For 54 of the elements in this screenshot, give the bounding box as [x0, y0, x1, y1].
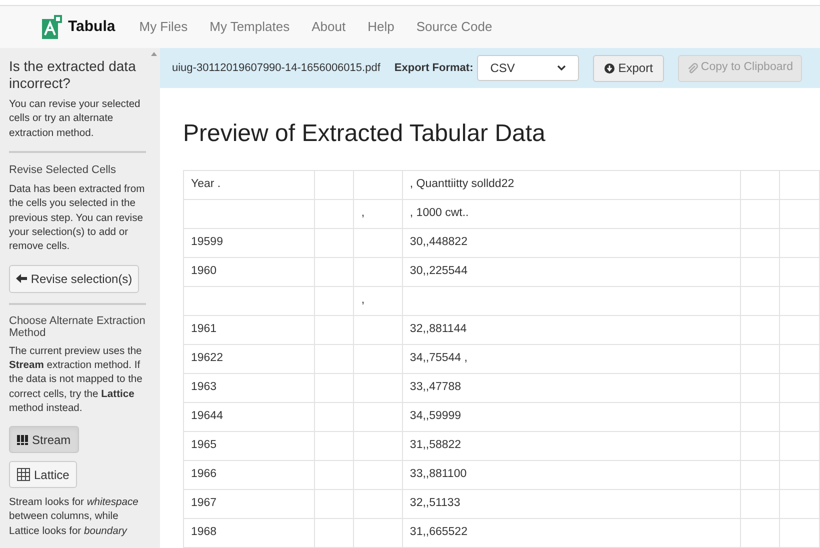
nav-link[interactable]: My Files [139, 17, 188, 37]
scroll-up-icon[interactable] [151, 52, 157, 56]
method-button[interactable]: Lattice [9, 461, 78, 488]
method-button[interactable]: Stream [9, 426, 79, 454]
table-cell: 19622 [191, 352, 223, 364]
preview-title: Preview of Extracted Tabular Data [183, 119, 546, 149]
table-cell: 19644 [191, 410, 223, 422]
table-cell: 1965 [191, 439, 217, 452]
section-heading: Revise Selected Cells [9, 162, 117, 178]
brand-link[interactable]: Tabula [68, 16, 116, 38]
table-cell: 1968 [191, 526, 217, 538]
revise-button[interactable]: Revise selection(s) [9, 264, 139, 293]
left-arrow-icon [16, 274, 27, 284]
table-cell: 32,,51133 [410, 497, 460, 510]
file-name: uiug-30112019607990-14-1656006015.pdf [172, 60, 380, 76]
table-cell: 32,,881144 [410, 323, 467, 336]
table-cell: 1967 [191, 497, 217, 510]
table-cell: 34,,75544 , [410, 352, 468, 364]
section-text: Data has been extracted from the cells you selected in the previous step. You can revise your selection(s) to add or remove cells. [9, 183, 146, 254]
table-cell: 34,,59999 [410, 410, 462, 422]
download-icon [604, 62, 616, 74]
table-cell: 1963 [191, 381, 217, 394]
section-heading: Choose Alternate Extraction Method [9, 314, 146, 339]
table-cell: 1961 [191, 323, 217, 336]
intro-text: You can revise your selected cells or try an alternate extraction method. [9, 98, 142, 141]
table-cell: 33,,47788 [410, 381, 462, 394]
nav-link[interactable]: My Templates [210, 17, 290, 37]
table-cell: , 1000 cwt.. [410, 207, 469, 220]
columns-icon [17, 434, 28, 445]
nav-link[interactable]: About [312, 17, 346, 37]
export-format-label: Export Format: [394, 60, 474, 76]
table-cell: 33,,881100 [410, 468, 467, 480]
export-button[interactable]: Export [593, 54, 664, 82]
table-cell: 30,,448822 [410, 236, 468, 248]
table-cell: , [361, 207, 365, 220]
sidebar-title: Is the extracted data incorrect? [9, 58, 137, 92]
nav-link[interactable]: Help [368, 17, 394, 37]
table-cell: 1960 [191, 265, 217, 278]
grid-icon [17, 468, 30, 482]
table-cell: 30,,225544 [410, 265, 468, 278]
nav-link[interactable]: Source Code [416, 17, 492, 37]
table-cell: 31,,58822 [410, 439, 462, 452]
table-cell: 1966 [191, 468, 217, 480]
section-text: The current preview uses the Stream extraction method. If the data is not mapped to the correct cells, try the Lattice method instead. [9, 344, 144, 416]
method-note: Stream looks for whitespace between columns, while Lattice looks for boundary [9, 496, 140, 539]
table-cell: 31,,665522 [410, 526, 468, 538]
format-select[interactable]: CSV [477, 55, 580, 81]
table-cell: , [361, 294, 365, 306]
paperclip-icon [686, 62, 698, 74]
table-cell: Year . [191, 178, 221, 190]
table-cell: , Quanttiitty solldd22 [410, 178, 514, 190]
chevron-icon [557, 65, 566, 71]
logo-icon[interactable] [42, 15, 62, 39]
table-cell: 19599 [191, 236, 223, 248]
